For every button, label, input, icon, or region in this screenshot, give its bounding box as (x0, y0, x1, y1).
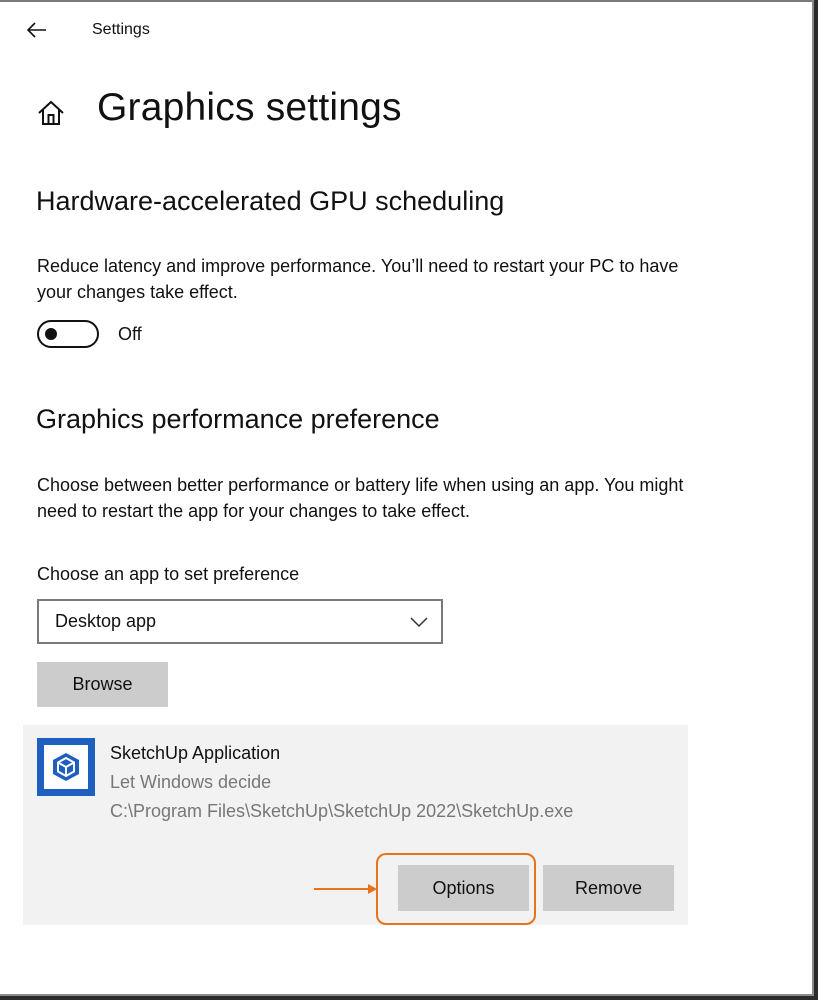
options-highlight-box (376, 853, 536, 925)
chevron-down-icon (409, 613, 429, 631)
settings-window: Settings Graphics settings Hardware-acce… (0, 0, 814, 996)
annotation-arrow-icon (314, 882, 378, 896)
window-title: Settings (92, 21, 150, 38)
window-top-border (0, 0, 812, 2)
gpu-scheduling-heading: Hardware-accelerated GPU scheduling (36, 186, 505, 216)
home-icon[interactable] (36, 98, 66, 128)
app-type-dropdown[interactable]: Desktop app (37, 599, 443, 644)
gpu-scheduling-toggle-state: Off (118, 324, 142, 344)
app-name: SketchUp Application (110, 743, 281, 763)
performance-preference-description: Choose between better performance or bat… (37, 475, 684, 521)
app-chooser-label: Choose an app to set preference (37, 564, 300, 584)
gpu-scheduling-description: Reduce latency and improve performance. … (37, 256, 679, 302)
sketchup-icon (37, 738, 95, 796)
toggle-knob (45, 328, 57, 340)
back-arrow-icon[interactable] (26, 20, 48, 40)
app-type-dropdown-value: Desktop app (55, 611, 157, 631)
sketchup-icon-tile (44, 745, 88, 789)
gpu-scheduling-toggle[interactable] (37, 320, 99, 348)
remove-button[interactable]: Remove (543, 865, 674, 911)
browse-button[interactable]: Browse (37, 662, 168, 707)
performance-preference-heading: Graphics performance preference (36, 404, 440, 434)
app-path: C:\Program Files\SketchUp\SketchUp 2022\… (110, 801, 574, 821)
page-title: Graphics settings (97, 86, 402, 129)
app-preference: Let Windows decide (110, 772, 272, 792)
